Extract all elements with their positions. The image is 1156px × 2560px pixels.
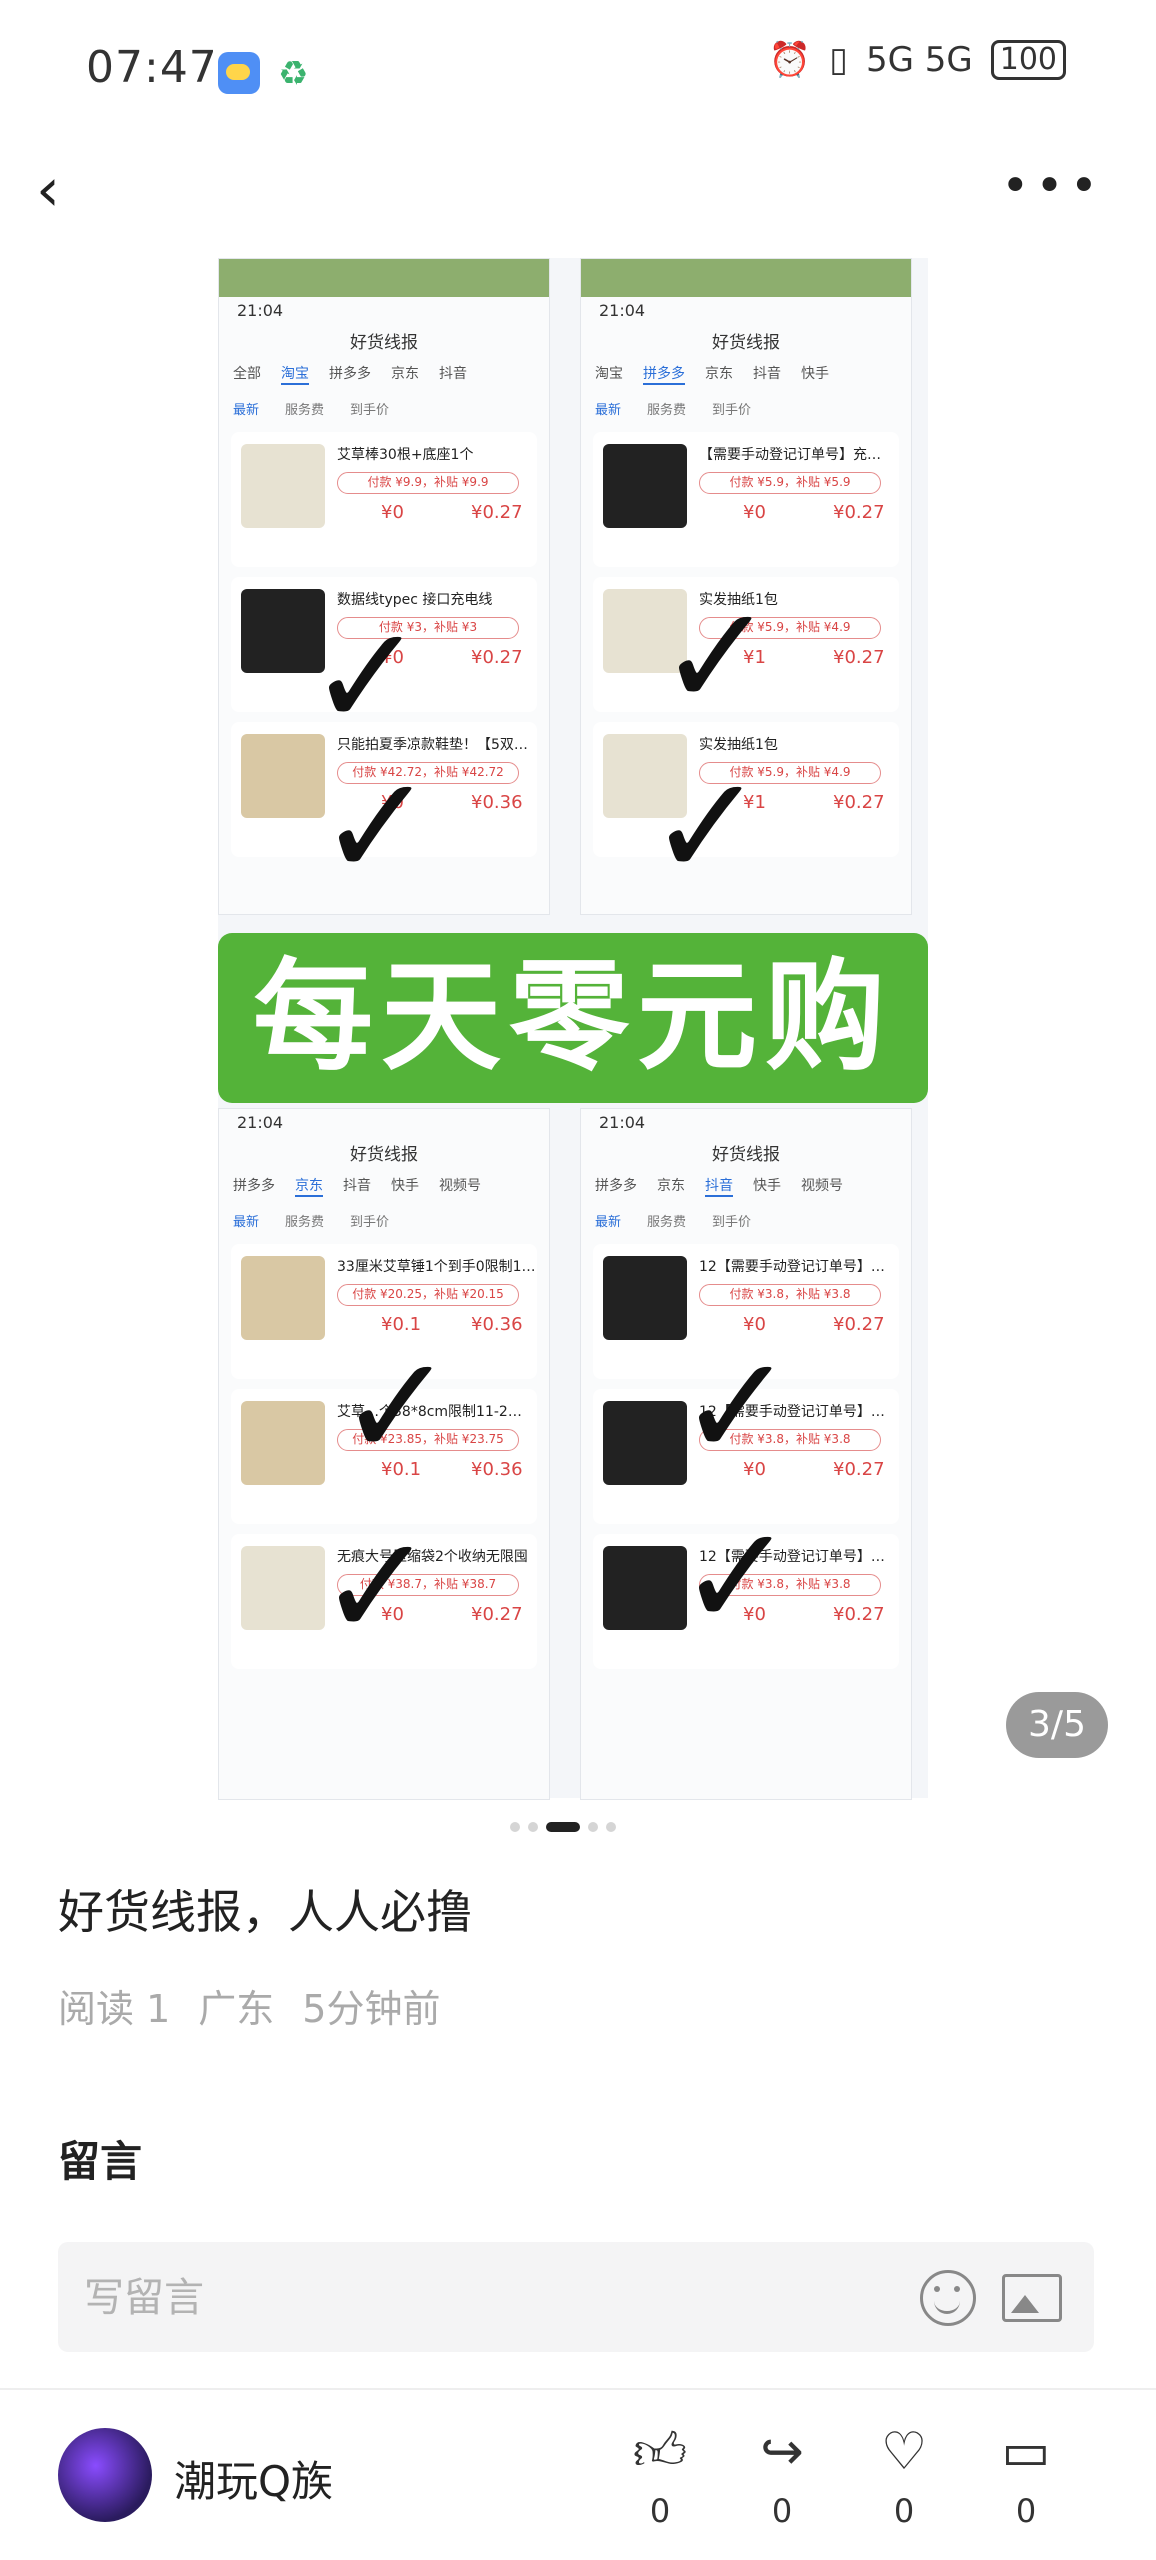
- screenshot-title: 好货线报: [350, 333, 418, 353]
- like-count: 0: [649, 2492, 671, 2530]
- comment-button[interactable]: ▭ 0: [986, 2420, 1066, 2530]
- check-mark-icon: ✓: [658, 576, 776, 739]
- share-icon: ↪: [760, 2422, 804, 2482]
- post-location: 广东: [198, 1987, 275, 2031]
- list-item: 艾草棒30根+底座1个 付款 ¥9.9，补贴 ¥9.9 ¥0 ¥0.27: [231, 432, 537, 567]
- favorite-button[interactable]: ♡ 0: [864, 2420, 944, 2530]
- carousel-dot[interactable]: [606, 1822, 616, 1832]
- status-bar: 07:47 ♻ ⏰ ▯ 5G 5G 100: [0, 0, 1156, 140]
- more-icon[interactable]: •••: [1001, 158, 1104, 214]
- thumbs-up-icon: 👍︎: [632, 2422, 688, 2482]
- author-avatar[interactable]: [58, 2428, 152, 2522]
- like-button[interactable]: 👍︎ 0: [620, 2420, 700, 2530]
- read-count: 阅读 1: [58, 1987, 171, 2031]
- check-mark-icon: ✓: [648, 746, 766, 909]
- carousel-dot[interactable]: [510, 1822, 520, 1832]
- image-icon[interactable]: [1002, 2274, 1062, 2322]
- carousel-dot[interactable]: [528, 1822, 538, 1832]
- sync-icon: ♻: [278, 54, 309, 94]
- battery-icon: 100: [990, 40, 1066, 80]
- image-counter: 3/5: [1006, 1692, 1108, 1758]
- favorite-count: 0: [893, 2492, 915, 2530]
- comments-heading: 留言: [58, 2137, 143, 2186]
- comment-box[interactable]: [58, 2242, 1094, 2352]
- emoji-icon[interactable]: [920, 2270, 976, 2326]
- post-title: 好货线报，人人必撸: [58, 1885, 472, 1939]
- bottom-bar: 潮玩Q族 👍︎ 0 ↪ 0 ♡ 0 ▭ 0: [0, 2390, 1156, 2560]
- weather-icon: [218, 52, 260, 94]
- check-mark-icon: ✓: [678, 1326, 796, 1489]
- post-image[interactable]: 21:04 好货线报 全部 淘宝 拼多多 京东 抖音 最新 服务费 到手价 艾草棒30根+底…: [218, 258, 928, 1800]
- heart-icon: ♡: [880, 2422, 928, 2482]
- network-label: 5G 5G: [865, 40, 973, 80]
- promo-banner: 每天零元购: [218, 933, 928, 1103]
- comment-count: 0: [1015, 2492, 1037, 2530]
- back-icon[interactable]: ‹: [36, 160, 60, 220]
- alarm-icon: ⏰: [768, 40, 812, 80]
- post-time: 5分钟前: [302, 1987, 441, 2031]
- comment-input[interactable]: [82, 2264, 906, 2332]
- screenshot-tabs: 全部 淘宝 拼多多 京东 抖音: [219, 353, 549, 395]
- system-icons: ⏰ ▯ 5G 5G 100: [769, 40, 1066, 80]
- check-mark-icon: ✓: [318, 1506, 436, 1669]
- status-time: 07:47: [86, 42, 218, 93]
- author-name[interactable]: 潮玩Q族: [174, 2448, 333, 2509]
- check-mark-icon: ✓: [678, 1496, 796, 1659]
- check-mark-icon: ✓: [308, 596, 426, 759]
- check-mark-icon: ✓: [318, 746, 436, 909]
- screenshot-time: 21:04: [237, 301, 284, 320]
- top-nav: ‹ •••: [0, 150, 1156, 230]
- check-mark-icon: ✓: [338, 1326, 456, 1489]
- comment-icon: ▭: [1001, 2422, 1051, 2482]
- list-item: 【需要手动登记订单号】充… 付款 ¥5.9，补贴 ¥5.9 ¥0 ¥0.27: [593, 432, 899, 567]
- share-count: 0: [771, 2492, 793, 2530]
- carousel-dots: [510, 1822, 616, 1832]
- carousel-dot-active[interactable]: [546, 1822, 580, 1832]
- vibrate-icon: ▯: [829, 40, 848, 80]
- post-meta: 阅读 1 广东 5分钟前: [58, 1978, 440, 2033]
- carousel-dot[interactable]: [588, 1822, 598, 1832]
- share-button[interactable]: ↪ 0: [742, 2420, 822, 2530]
